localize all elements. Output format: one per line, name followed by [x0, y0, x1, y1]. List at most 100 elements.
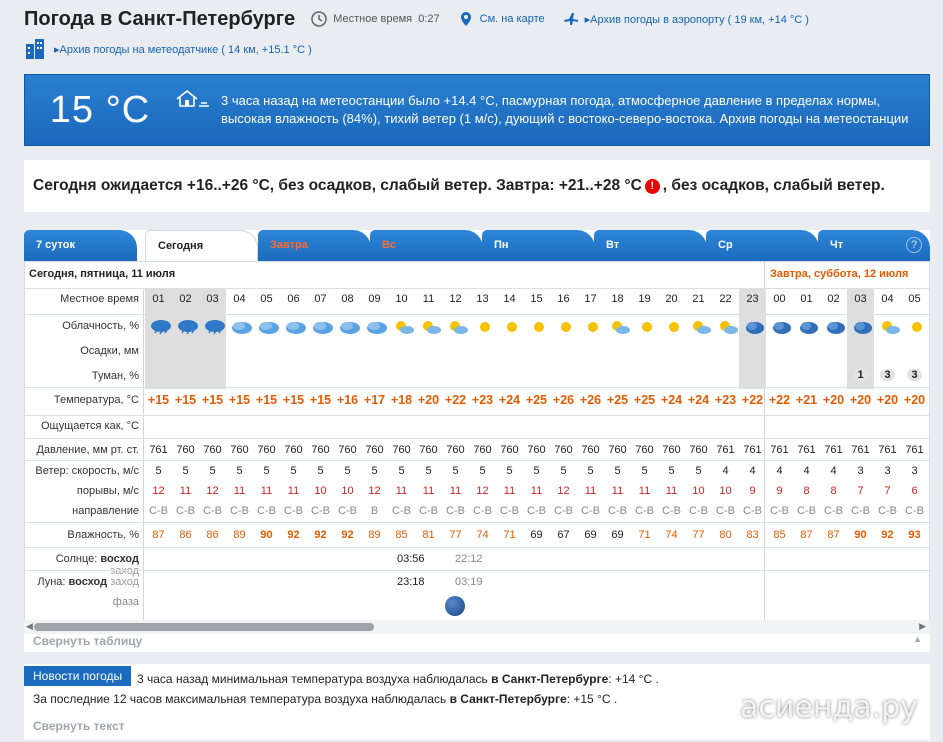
- hour-cell: 03: [206, 293, 219, 305]
- hour-cell: 23: [746, 293, 759, 305]
- humidity-cell: 87: [152, 529, 165, 541]
- table-scrollbar[interactable]: ◀ ▶: [24, 620, 930, 634]
- collapse-table-link[interactable]: Свернуть таблицу ▲: [24, 634, 930, 652]
- hour-cell: 11: [422, 293, 435, 305]
- label-pressure: Давление, мм рт. ст.: [36, 444, 139, 456]
- tab-wednesday[interactable]: Ср: [706, 230, 819, 261]
- temp-cell: +20: [849, 393, 872, 407]
- wind-cell: 5: [425, 465, 432, 477]
- temp-cell: +18: [390, 393, 413, 407]
- humidity-cell: 69: [584, 529, 597, 541]
- cloud-icon: [309, 318, 336, 336]
- sun-icon: [903, 318, 929, 336]
- fog-value-text: 3: [880, 369, 895, 381]
- direction-cell: С-В: [527, 505, 546, 517]
- airport-link-wrap[interactable]: ▸Архив погоды в аэропорту ( 19 км, +14 °…: [563, 11, 809, 27]
- wind-cell: 5: [668, 465, 675, 477]
- humidity-cell: 71: [638, 529, 651, 541]
- cloud-night-icon: [768, 318, 795, 336]
- humidity-cell: 69: [530, 529, 543, 541]
- tab-monday[interactable]: Пн: [482, 230, 595, 261]
- fog-value: 3: [874, 369, 901, 381]
- hour-cell: 22: [719, 293, 732, 305]
- warning-icon[interactable]: !: [644, 178, 660, 194]
- pressure-cell: 761: [905, 444, 924, 456]
- forecast-summary: Сегодня ожидается +16..+26 °C, без осадк…: [24, 160, 930, 212]
- collapse-text-link[interactable]: Свернуть текст: [33, 719, 125, 733]
- direction-cell: С-В: [608, 505, 627, 517]
- airport-archive-link[interactable]: ▸Архив погоды в аэропорту ( 19 км, +14 °…: [585, 13, 809, 26]
- gusts-cell: 11: [584, 485, 597, 497]
- help-icon[interactable]: ?: [906, 237, 922, 253]
- humidity-cell: 69: [611, 529, 624, 541]
- scrollbar-thumb[interactable]: [34, 623, 374, 631]
- pressure-cell: 760: [446, 444, 465, 456]
- direction-cell: С-В: [230, 505, 249, 517]
- collapse-arrow-icon: ▲: [913, 634, 922, 644]
- sun-cloud-icon: [714, 318, 741, 336]
- humidity-cell: 89: [368, 529, 381, 541]
- sun-icon: [552, 318, 579, 336]
- direction-cell: С-В: [311, 505, 330, 517]
- watermark: асиенда.ру: [740, 690, 918, 725]
- wind-cell: 5: [398, 465, 405, 477]
- current-weather: 15 °C 3 часа назад на метеостанции было …: [24, 74, 930, 146]
- sun-icon: [525, 318, 552, 336]
- sun-cloud-icon: [417, 318, 444, 336]
- humidity-cell: 80: [719, 529, 732, 541]
- tab-today[interactable]: Сегодня: [145, 230, 258, 261]
- airplane-icon: [563, 13, 578, 25]
- day-tabs: 7 суток Сегодня Завтра Вс Пн Вт Ср Чт ?: [24, 230, 930, 261]
- hour-cell: 00: [773, 293, 786, 305]
- label-phase: фаза: [112, 596, 139, 608]
- direction-cell: С-В: [338, 505, 357, 517]
- hour-cell: 21: [692, 293, 705, 305]
- row-separator: [25, 460, 929, 461]
- map-link-wrap[interactable]: См. на карте: [458, 11, 545, 27]
- temp-cell: +24: [687, 393, 710, 407]
- gusts-cell: 12: [476, 485, 489, 497]
- fog-value: 1: [847, 369, 874, 381]
- map-link[interactable]: См. на карте: [480, 13, 545, 25]
- humidity-cell: 90: [854, 529, 867, 541]
- cloud-rain-icon: [201, 318, 228, 336]
- pressure-cell: 760: [338, 444, 357, 456]
- sun-rise-time: 03:56: [397, 553, 425, 565]
- sun-icon: [633, 318, 660, 336]
- tab-tuesday[interactable]: Вт: [594, 230, 707, 261]
- scroll-left-icon[interactable]: ◀: [26, 621, 33, 632]
- direction-cell: С-В: [635, 505, 654, 517]
- moon-rise-time: 23:18: [397, 576, 425, 588]
- gusts-cell: 11: [260, 485, 273, 497]
- current-description: 3 часа назад на метеостанции было +14.4 …: [221, 93, 909, 126]
- direction-cell: В: [370, 505, 379, 517]
- pressure-cell: 760: [284, 444, 303, 456]
- humidity-cell: 92: [341, 529, 354, 541]
- tab-sunday[interactable]: Вс: [370, 230, 483, 261]
- row-separator: [25, 415, 929, 416]
- humidity-cell: 74: [476, 529, 489, 541]
- hour-cell: 01: [152, 293, 165, 305]
- day-tomorrow-label: Завтра, суббота, 12 июля: [770, 268, 909, 280]
- direction-cell: С-В: [905, 505, 924, 517]
- news-line-2: За последние 12 часов максимальная темпе…: [33, 692, 618, 706]
- wind-cell: 4: [830, 465, 837, 477]
- fog-value: 3: [901, 369, 928, 381]
- temp-cell: +26: [579, 393, 602, 407]
- gusts-cell: 9: [776, 485, 783, 497]
- station-archive[interactable]: ▸Архив погоды на метеодатчике ( 14 км, +…: [24, 38, 312, 60]
- gusts-cell: 9: [749, 485, 756, 497]
- scroll-right-icon[interactable]: ▶: [919, 621, 926, 632]
- direction-cell: С-В: [554, 505, 573, 517]
- tab-tomorrow[interactable]: Завтра: [258, 230, 371, 261]
- tab-7-days[interactable]: 7 суток: [24, 230, 137, 261]
- moon-phase-icon: [445, 596, 465, 616]
- humidity-cell: 74: [665, 529, 678, 541]
- pressure-cell: 760: [473, 444, 492, 456]
- direction-cell: С-В: [473, 505, 492, 517]
- gusts-cell: 12: [152, 485, 165, 497]
- page-title: Погода в Санкт-Петербурге: [24, 7, 296, 30]
- hour-cell: 08: [341, 293, 354, 305]
- station-archive-link[interactable]: ▸Архив погоды на метеодатчике ( 14 км, +…: [54, 43, 312, 56]
- wind-cell: 5: [317, 465, 324, 477]
